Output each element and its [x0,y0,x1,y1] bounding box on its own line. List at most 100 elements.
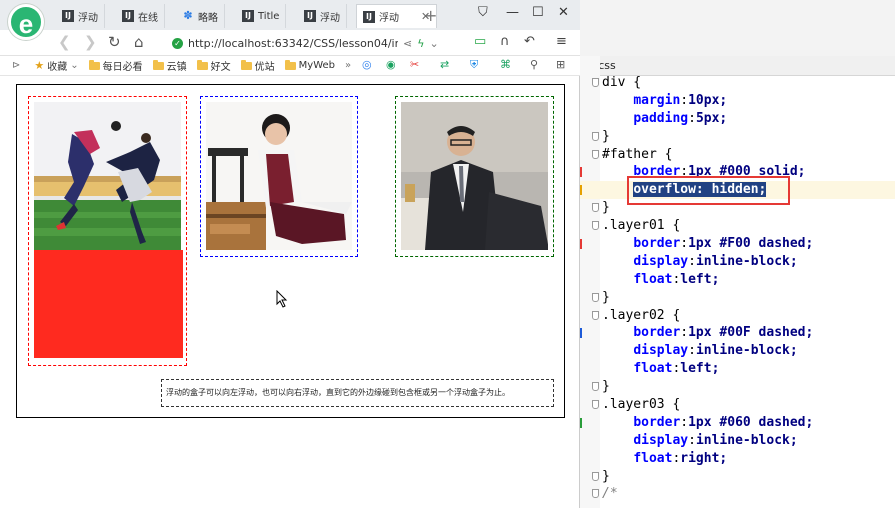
grid-icon[interactable]: ⊞ [556,58,565,71]
fold-marker-icon[interactable] [592,203,599,213]
shirt-icon[interactable]: ⛉ [478,5,488,20]
url-field[interactable]: ✓ http://localhost:63342/CSS/lesson04/in… [172,33,464,53]
intellij-icon: IJ [304,10,316,22]
shield-icon[interactable]: ⛨ [470,58,478,72]
intellij-icon: IJ [363,10,375,23]
tab-label: 浮动 [78,12,98,24]
code-line[interactable]: } [580,128,895,146]
colon: : [680,325,689,341]
father-container: 浮动的盒子可以向左浮动，也可以向右浮动，直到它的外边缘碰到包含框或另一个浮动盒子… [16,84,565,418]
tab-2[interactable]: ✽ 略略 [176,4,225,28]
battery-icon[interactable]: ▭ [474,34,486,49]
bookmark-favorites[interactable]: ★ 收藏 ⌄ [34,58,78,73]
code-line[interactable]: .layer01 { [580,217,895,235]
code-line[interactable]: float:right; [580,450,895,468]
css-value: 1px #F00 dashed; [688,236,814,252]
bookmark-label: 好文 [210,62,231,73]
code-line[interactable]: border:1px #060 dashed; [580,414,895,432]
minimize-icon[interactable]: — [506,5,519,20]
code-line[interactable]: border:1px #F00 dashed; [580,235,895,253]
young-man-photo [206,102,352,250]
share-icon[interactable]: ⋖ [403,37,412,50]
sidebar-toggle-icon[interactable]: ⊳ [12,60,20,71]
code-line[interactable]: /* [580,485,895,503]
tab-3[interactable]: IJ Title [236,4,287,28]
fold-marker-icon[interactable] [592,78,599,87]
tab-1[interactable]: IJ 在线 [116,4,165,28]
lightning-icon[interactable]: ϟ [417,37,424,50]
code-line[interactable]: #father { [580,146,895,164]
code-brace: } [602,379,610,395]
address-bar: ❮ ❯ ↻ ⌂ ✓ http://localhost:63342/CSS/les… [0,30,580,56]
code-line[interactable]: border:1px #00F dashed; [580,324,895,342]
code-line[interactable]: float:left; [580,271,895,289]
more-bookmarks-icon[interactable]: » [345,60,351,71]
code-line[interactable]: .layer02 { [580,307,895,325]
forward-icon[interactable]: ❯ [84,33,97,51]
home-icon[interactable]: ⌂ [134,33,144,51]
code-line[interactable]: display:inline-block; [580,432,895,450]
code-line[interactable]: display:inline-block; [580,253,895,271]
code-area[interactable]: div { margin:10px; padding:5px;} #father … [580,74,895,503]
bookmark-label: 每日必看 [102,62,143,73]
code-line[interactable]: } [580,289,895,307]
code-line[interactable]: div { [580,74,895,92]
businessman-photo [401,102,548,250]
code-line[interactable]: } [580,378,895,396]
colon: : [680,414,689,430]
fold-marker-icon[interactable] [592,221,599,231]
translate-icon[interactable]: ⇄ [440,58,449,71]
tab-0[interactable]: IJ 浮动 [56,4,105,28]
code-line[interactable]: display:inline-block; [580,342,895,360]
code-line[interactable]: float:left; [580,360,895,378]
menu-icon[interactable]: ≡ [556,34,567,49]
bookmark-myweb[interactable]: MyWeb [284,59,335,71]
chat-icon[interactable]: ◎ [362,58,372,71]
bookmark-yunzhen[interactable]: 云镇 [152,58,187,73]
fold-marker-icon[interactable] [592,149,599,159]
fold-marker-icon[interactable] [592,400,599,410]
fold-marker-icon[interactable] [592,489,599,499]
bookmark-youzhan[interactable]: 优站 [240,58,275,73]
undo-icon[interactable]: ↶ [524,34,535,49]
search-icon[interactable]: ⚲ [530,58,538,71]
css-property: border [633,325,681,341]
folder-icon [196,59,208,70]
game-icon[interactable]: ⌘ [500,58,511,71]
code-brace: } [602,200,610,216]
change-marker [580,328,582,339]
code-line[interactable]: margin:10px; [580,92,895,110]
maximize-icon[interactable]: ☐ [532,5,544,20]
fold-marker-icon[interactable] [592,471,599,481]
fold-marker-icon[interactable] [592,131,599,141]
code-line[interactable]: padding:5px; [580,110,895,128]
scissors-icon[interactable]: ✂ [410,58,419,71]
new-tab-icon[interactable]: + [424,6,437,25]
refresh-icon[interactable]: ↻ [108,33,121,51]
colon: : [688,432,696,448]
headphones-icon[interactable]: ∩ [500,34,510,49]
fold-marker-icon[interactable] [592,310,599,320]
editor-file-tab[interactable]: e.css [580,56,895,76]
wechat-icon[interactable]: ◉ [386,58,396,71]
layer02-box [200,96,358,257]
url-text[interactable]: http://localhost:63342/CSS/lesson04/inde [188,37,398,50]
chevron-down-icon[interactable]: ⌄ [429,37,438,50]
code-line[interactable]: } [580,468,895,486]
tab-4[interactable]: IJ 浮动 [298,4,347,28]
paw-icon: ✽ [183,9,193,22]
code-selector: .layer03 { [602,397,681,413]
code-selector: .layer01 { [602,218,681,234]
fold-marker-icon[interactable] [592,292,599,302]
bookmark-label: 优站 [254,62,275,73]
bookmark-haowen[interactable]: 好文 [196,58,231,73]
css-value: 5px; [695,110,728,126]
chevron-down-icon: ⌄ [70,60,79,71]
tab-label: Title [258,10,280,22]
bookmark-daily[interactable]: 每日必看 [88,58,143,73]
close-window-icon[interactable]: ✕ [558,5,569,20]
fold-marker-icon[interactable] [592,382,599,392]
code-line[interactable]: .layer03 { [580,396,895,414]
css-property: display [633,343,689,359]
back-icon[interactable]: ❮ [58,33,71,51]
